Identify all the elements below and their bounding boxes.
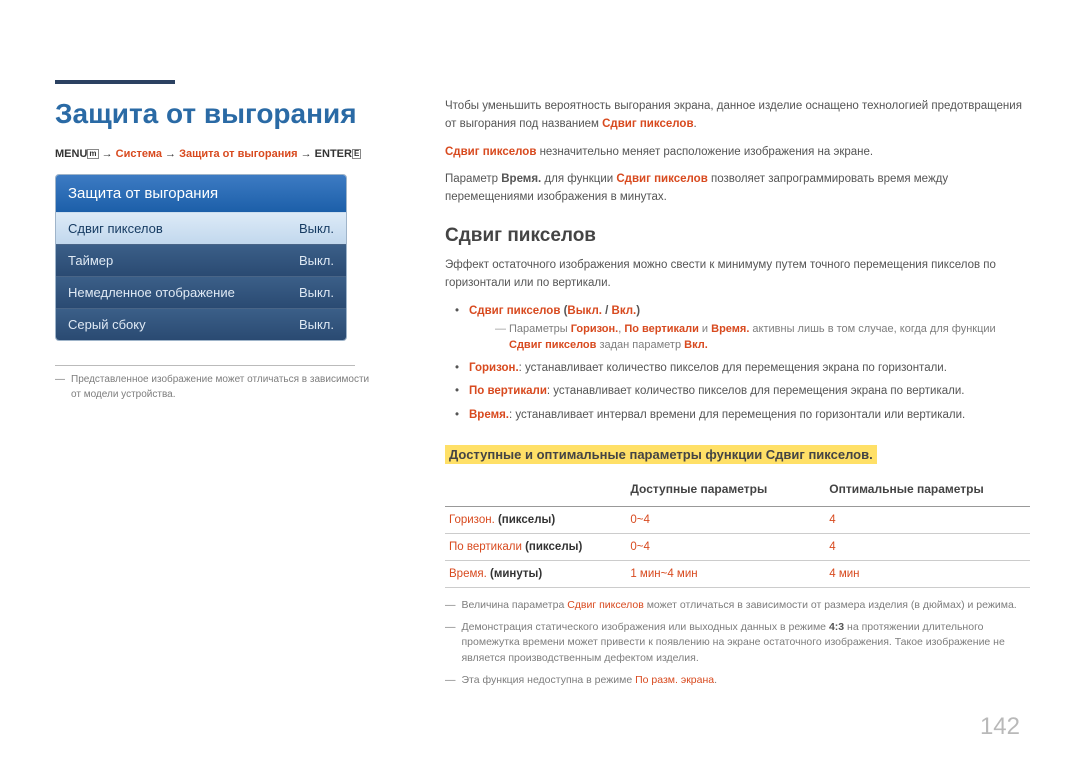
- table-row: По вертикали (пикселы) 0~4 4: [445, 533, 1030, 560]
- th-available: Доступные параметры: [626, 476, 825, 507]
- image-disclaimer: ― Представленное изображение может отлич…: [55, 372, 375, 402]
- osd-row-pixel-shift[interactable]: Сдвиг пикселов Выкл.: [56, 212, 346, 244]
- bullet-time: Время.: устанавливает интервал времени д…: [445, 407, 1030, 425]
- intro-p1: Чтобы уменьшить вероятность выгорания эк…: [445, 98, 1030, 134]
- enter-icon: E: [352, 149, 361, 159]
- subheading-params: Доступные и оптимальные параметры функци…: [445, 445, 877, 464]
- section-pixel-shift: Сдвиг пикселов: [445, 225, 1030, 247]
- bullet-vertical: По вертикали: устанавливает количество п…: [445, 383, 1030, 401]
- bullet-pixel-shift-toggle: Сдвиг пикселов (Выкл. / Вкл.) Параметры …: [445, 303, 1030, 354]
- breadcrumb-system: Система: [116, 148, 162, 160]
- sub-note-active-when-on: Параметры Горизон., По вертикали и Время…: [469, 321, 1030, 354]
- note-screen-fit: ― Эта функция недоступна в режиме По раз…: [445, 673, 1030, 689]
- note-4-3-retention: ― Демонстрация статического изображения …: [445, 620, 1030, 667]
- intro-p2: Сдвиг пикселов незначительно меняет расп…: [445, 144, 1030, 162]
- params-table: Доступные параметры Оптимальные параметр…: [445, 476, 1030, 588]
- page-number: 142: [980, 713, 1020, 741]
- breadcrumb: MENUm → Система → Защита от выгорания → …: [55, 148, 375, 160]
- osd-panel: Защита от выгорания Сдвиг пикселов Выкл.…: [55, 174, 347, 341]
- page-title: Защита от выгорания: [55, 98, 375, 130]
- osd-panel-title: Защита от выгорания: [56, 175, 346, 212]
- table-row: Время. (минуты) 1 мин~4 мин 4 мин: [445, 560, 1030, 587]
- osd-row-side-gray[interactable]: Серый сбоку Выкл.: [56, 308, 346, 340]
- table-row: Горизон. (пикселы) 0~4 4: [445, 506, 1030, 533]
- bullet-horizontal: Горизон.: устанавливает количество пиксе…: [445, 360, 1030, 378]
- th-optimal: Оптимальные параметры: [825, 476, 1030, 507]
- osd-row-timer[interactable]: Таймер Выкл.: [56, 244, 346, 276]
- enter-label: ENTER: [315, 148, 352, 160]
- menu-label: MENU: [55, 148, 87, 160]
- osd-row-immediate-display[interactable]: Немедленное отображение Выкл.: [56, 276, 346, 308]
- section-desc: Эффект остаточного изображения можно све…: [445, 257, 1030, 293]
- note-size-dependent: ― Величина параметра Сдвиг пикселов може…: [445, 598, 1030, 614]
- intro-p3: Параметр Время. для функции Сдвиг пиксел…: [445, 171, 1030, 207]
- menu-icon: m: [87, 149, 98, 159]
- breadcrumb-screen-burn: Защита от выгорания: [179, 148, 297, 160]
